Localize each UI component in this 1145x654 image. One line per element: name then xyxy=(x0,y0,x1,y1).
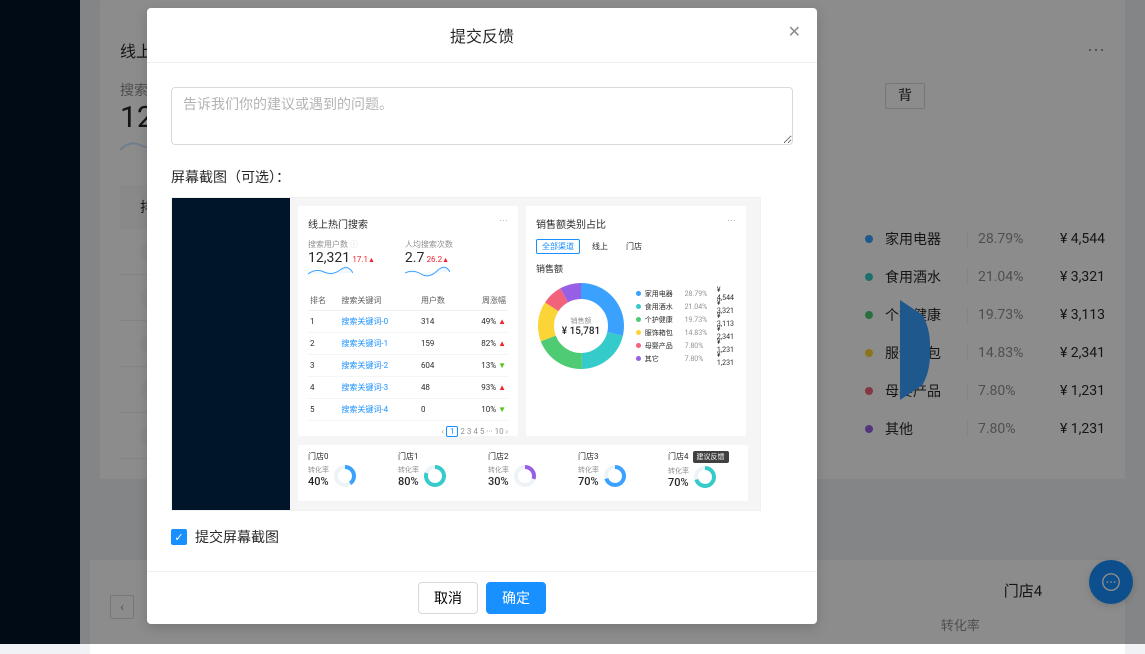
table-row: 5搜索关键词-4010% ▼ xyxy=(308,399,508,421)
screenshot-preview[interactable]: 线上热门搜索⋯ 搜索用户数 ⓘ 12,321 17.1▲ 人均搜索次数 2.7 … xyxy=(171,197,761,511)
shot-tab: 门店 xyxy=(620,239,648,254)
shot-store: 门店3 转化率70% xyxy=(578,451,648,495)
shot-store: 门店1 转化率80% xyxy=(398,451,468,495)
shot-sidebar xyxy=(172,198,290,510)
shot-store: 门店0 转化率40% xyxy=(308,451,378,495)
shot-donut: 销售额¥ 15,781 xyxy=(536,281,626,371)
modal-header: 提交反馈 ✕ xyxy=(147,8,817,63)
shot-sales-card: 销售额类别占比⋯ 全部渠道线上门店 销售额 xyxy=(526,206,746,436)
ok-button[interactable]: 确定 xyxy=(486,582,546,614)
screenshot-label: 屏幕截图（可选）： xyxy=(171,167,793,187)
shot-pager: ‹ 1 2 3 4 5 ··· 10 › xyxy=(308,427,508,436)
table-row: 2搜索关键词-115982% ▲ xyxy=(308,333,508,355)
shot-store: 门店4建议反馈 转化率70% xyxy=(668,451,738,495)
shot-search-card: 线上热门搜索⋯ 搜索用户数 ⓘ 12,321 17.1▲ 人均搜索次数 2.7 … xyxy=(298,206,518,436)
checkbox-label: 提交屏幕截图 xyxy=(195,527,279,547)
feedback-textarea[interactable] xyxy=(171,87,793,145)
feedback-modal: 提交反馈 ✕ 屏幕截图（可选）： 线上热门搜索⋯ 搜索用户数 ⓘ 12,321 … xyxy=(147,8,817,624)
submit-screenshot-checkbox[interactable]: ✓ xyxy=(171,529,187,545)
shot-tab: 全部渠道 xyxy=(536,239,580,254)
modal-title: 提交反馈 xyxy=(450,23,514,47)
table-row: 3搜索关键词-260413% ▼ xyxy=(308,355,508,377)
shot-store: 门店2 转化率30% xyxy=(488,451,558,495)
table-row: 4搜索关键词-34893% ▲ xyxy=(308,377,508,399)
shot-stores: 门店0 转化率40% 门店1 转化率80% 门店2 转化率30% 门店3 转化率… xyxy=(298,445,748,501)
cancel-button[interactable]: 取消 xyxy=(418,582,478,614)
shot-tab: 线上 xyxy=(586,239,614,254)
table-row: 1搜索关键词-031449% ▲ xyxy=(308,311,508,333)
close-icon[interactable]: ✕ xyxy=(788,24,801,40)
